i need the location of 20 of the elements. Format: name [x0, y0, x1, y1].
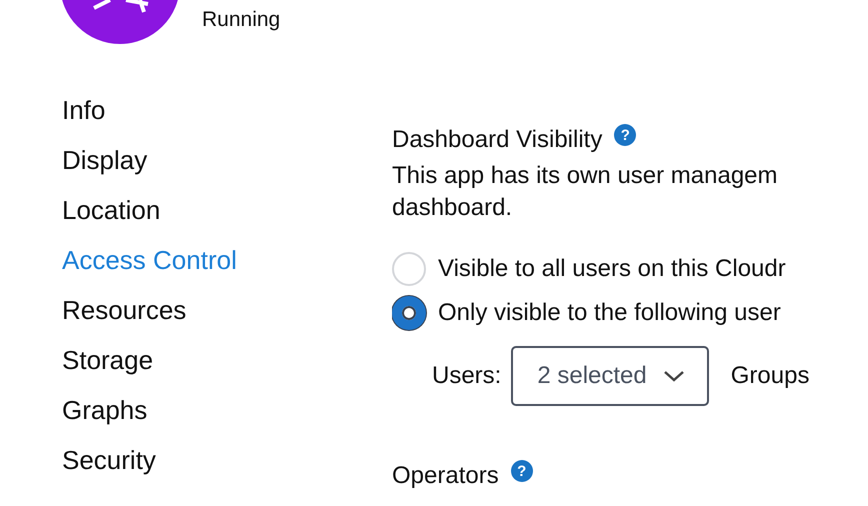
sidebar-item[interactable]: Storage	[62, 344, 154, 376]
help-icon[interactable]: ?	[614, 124, 636, 146]
sidebar-item[interactable]: Security	[62, 444, 156, 476]
groups-label: Groups	[730, 362, 810, 390]
description-text: dashboard.	[392, 193, 512, 223]
section-title: Operators	[392, 461, 499, 491]
radio-label: Visible to all users on this Cloudr	[438, 255, 786, 283]
sidebar-item[interactable]: Access Control	[62, 244, 237, 276]
sidebar-item[interactable]: Display	[62, 144, 148, 176]
sidebar-item[interactable]: Location	[62, 194, 160, 226]
users-dropdown[interactable]: 2 selected	[511, 346, 709, 406]
help-icon[interactable]: ?	[510, 460, 533, 482]
users-label: Users:	[432, 362, 502, 390]
app-status: Running	[202, 8, 280, 32]
description-text: This app has its own user managem	[392, 161, 778, 191]
sidebar-item[interactable]: Info	[62, 94, 106, 126]
section-title: Dashboard Visibility	[392, 125, 602, 155]
sidebar-item[interactable]: Resources	[62, 294, 186, 326]
radio-label: Only visible to the following user	[438, 299, 781, 327]
sidebar-item[interactable]: Graphs	[62, 394, 148, 426]
